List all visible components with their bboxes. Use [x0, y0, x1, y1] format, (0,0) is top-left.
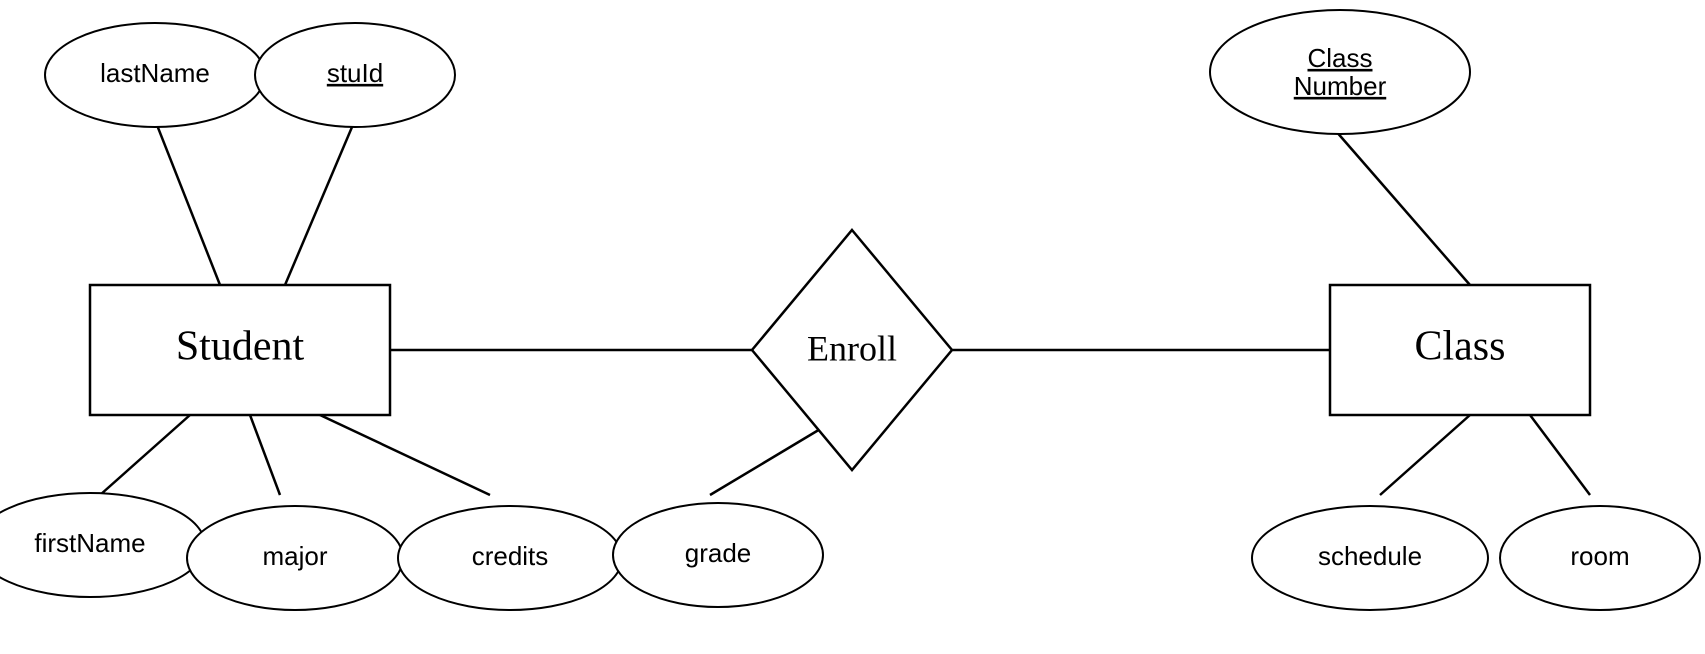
attr-major-label: major — [262, 541, 327, 571]
entity-class-label: Class — [1414, 324, 1505, 370]
attr-credits-label: credits — [472, 541, 549, 571]
attr-room-label: room — [1570, 541, 1629, 571]
attr-stuid-label: stuId — [327, 58, 383, 88]
line-stuid-student — [285, 120, 355, 285]
attr-lastname-label: lastName — [100, 58, 210, 88]
attr-classnumber-label-line1: Class — [1307, 43, 1372, 73]
line-room-class — [1530, 415, 1590, 495]
relationship-enroll-label: Enroll — [807, 328, 897, 368]
entity-student-label: Student — [176, 324, 305, 370]
attr-schedule-label: schedule — [1318, 541, 1422, 571]
line-major-student — [250, 415, 280, 495]
attr-classnumber-label-line2: Number — [1294, 71, 1387, 101]
line-schedule-class — [1380, 415, 1470, 495]
line-firstname-student — [100, 415, 190, 495]
line-lastname-student — [155, 120, 220, 285]
line-credits-student — [320, 415, 490, 495]
attr-grade-label: grade — [685, 538, 752, 568]
attr-firstname-label: firstName — [34, 528, 145, 558]
line-classnumber-class — [1335, 130, 1470, 285]
